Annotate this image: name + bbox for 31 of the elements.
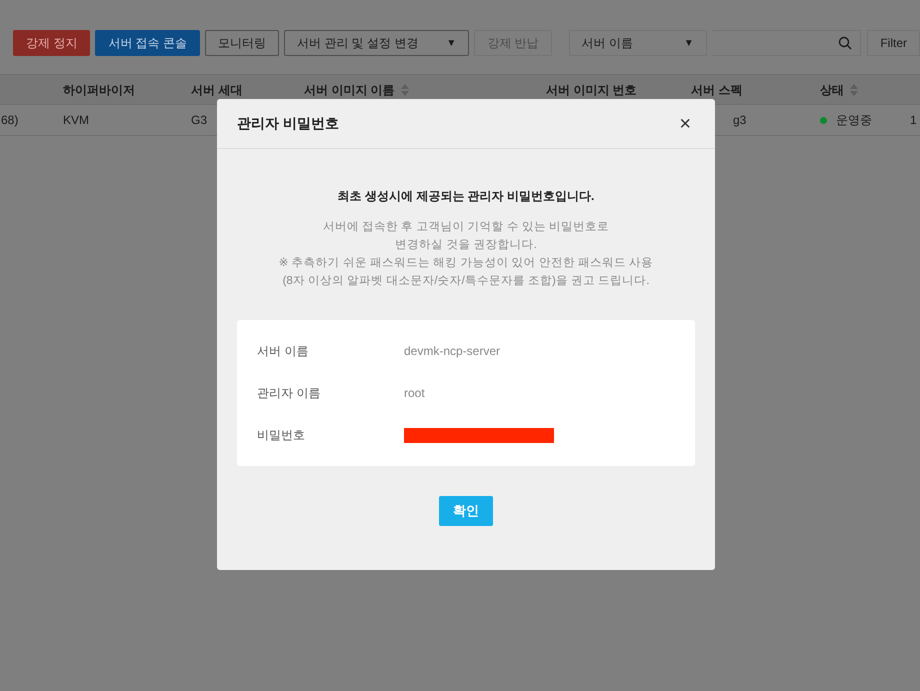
caret-icon: ▼ bbox=[684, 36, 694, 50]
close-button[interactable]: × bbox=[675, 114, 695, 134]
field-value: root bbox=[404, 385, 425, 402]
dialog-headline: 최초 생성시에 제공되는 관리자 비밀번호입니다. bbox=[336, 188, 596, 205]
column-header[interactable]: 서버 스펙 bbox=[691, 82, 742, 96]
toolbar-button[interactable]: 서버 접속 콘솔 bbox=[95, 30, 200, 56]
toolbar-button[interactable]: 강제 정지 bbox=[13, 30, 90, 56]
field-label: 비밀번호 bbox=[257, 427, 306, 444]
sort-icon[interactable] bbox=[400, 84, 409, 96]
ok-button[interactable]: 확인 bbox=[439, 496, 493, 526]
table-cell: G3 bbox=[191, 113, 208, 127]
table-cell: 68) bbox=[1, 113, 18, 127]
dialog-message: 서버에 접속한 후 고객님이 기억할 수 있는 비밀번호로 변경하실 것을 권장합니다. ※ 추측하기 쉬운 패스워드는 해킹 가능성이 있어 안전한 패스워드 사용 (8자 이상의 알파벳 대소문자/숫자/특수문자를 조합)을 권고 드립니다. bbox=[278, 220, 654, 289]
field-label: 서버 이름 bbox=[257, 343, 310, 360]
table-cell: 1 bbox=[910, 113, 917, 127]
column-header[interactable]: 상태 bbox=[820, 82, 844, 96]
dropdown-button[interactable]: 서버 관리 및 설정 변경 ▼ bbox=[284, 30, 470, 56]
toolbar-button[interactable]: 모니터링 bbox=[205, 30, 280, 56]
search-icon bbox=[838, 36, 852, 50]
table-cell: KVM bbox=[63, 113, 90, 127]
field-value: devmk-ncp-server bbox=[404, 343, 500, 360]
caret-icon: ▼ bbox=[446, 36, 456, 50]
field-label: 관리자 이름 bbox=[257, 385, 322, 402]
column-header[interactable]: 서버 이미지 이름 bbox=[304, 82, 395, 96]
sort-icon[interactable] bbox=[850, 84, 858, 96]
table-cell: g3 bbox=[733, 113, 746, 127]
filter-button[interactable]: Filter bbox=[867, 30, 920, 56]
select-field[interactable]: 서버 이름 ▼ bbox=[568, 30, 707, 56]
table-cell: 운영중 bbox=[836, 113, 872, 127]
search-field[interactable] bbox=[712, 30, 862, 56]
dialog-title: 관리자 비밀번호 bbox=[237, 114, 339, 133]
